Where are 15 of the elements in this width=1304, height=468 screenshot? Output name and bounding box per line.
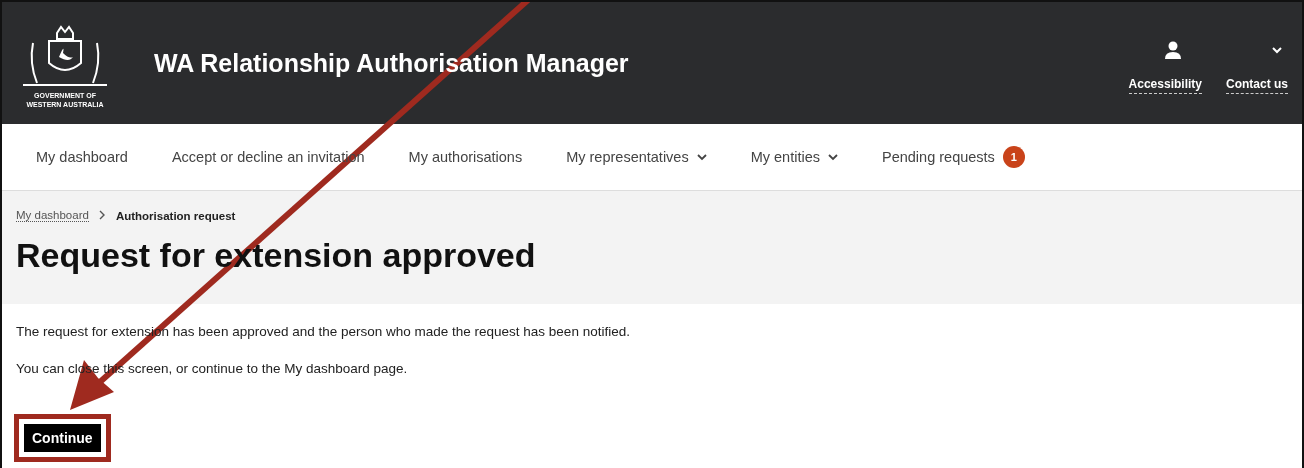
header-link[interactable]: Contact us xyxy=(1226,76,1288,94)
continue-button[interactable]: Continue xyxy=(24,424,101,452)
nav-item[interactable]: My dashboard xyxy=(36,149,128,165)
site-title: WA Relationship Authorisation Manager xyxy=(154,48,630,78)
nav-item[interactable]: My authorisations xyxy=(408,149,523,165)
nav-item[interactable]: My entities xyxy=(750,149,838,165)
header-link[interactable]: Accessibility xyxy=(1128,76,1202,94)
nav-item[interactable]: My representatives xyxy=(566,149,707,165)
nav-item[interactable]: Pending requests 1 xyxy=(882,146,1025,168)
count-badge: 1 xyxy=(1002,146,1025,168)
user-icon[interactable] xyxy=(1164,40,1182,59)
breadcrumb-link[interactable]: My dashboard xyxy=(16,209,89,222)
chevron-icon xyxy=(98,209,106,220)
chevron-icon[interactable] xyxy=(1272,45,1282,54)
breadcrumb-current: Authorisation request xyxy=(115,209,236,222)
